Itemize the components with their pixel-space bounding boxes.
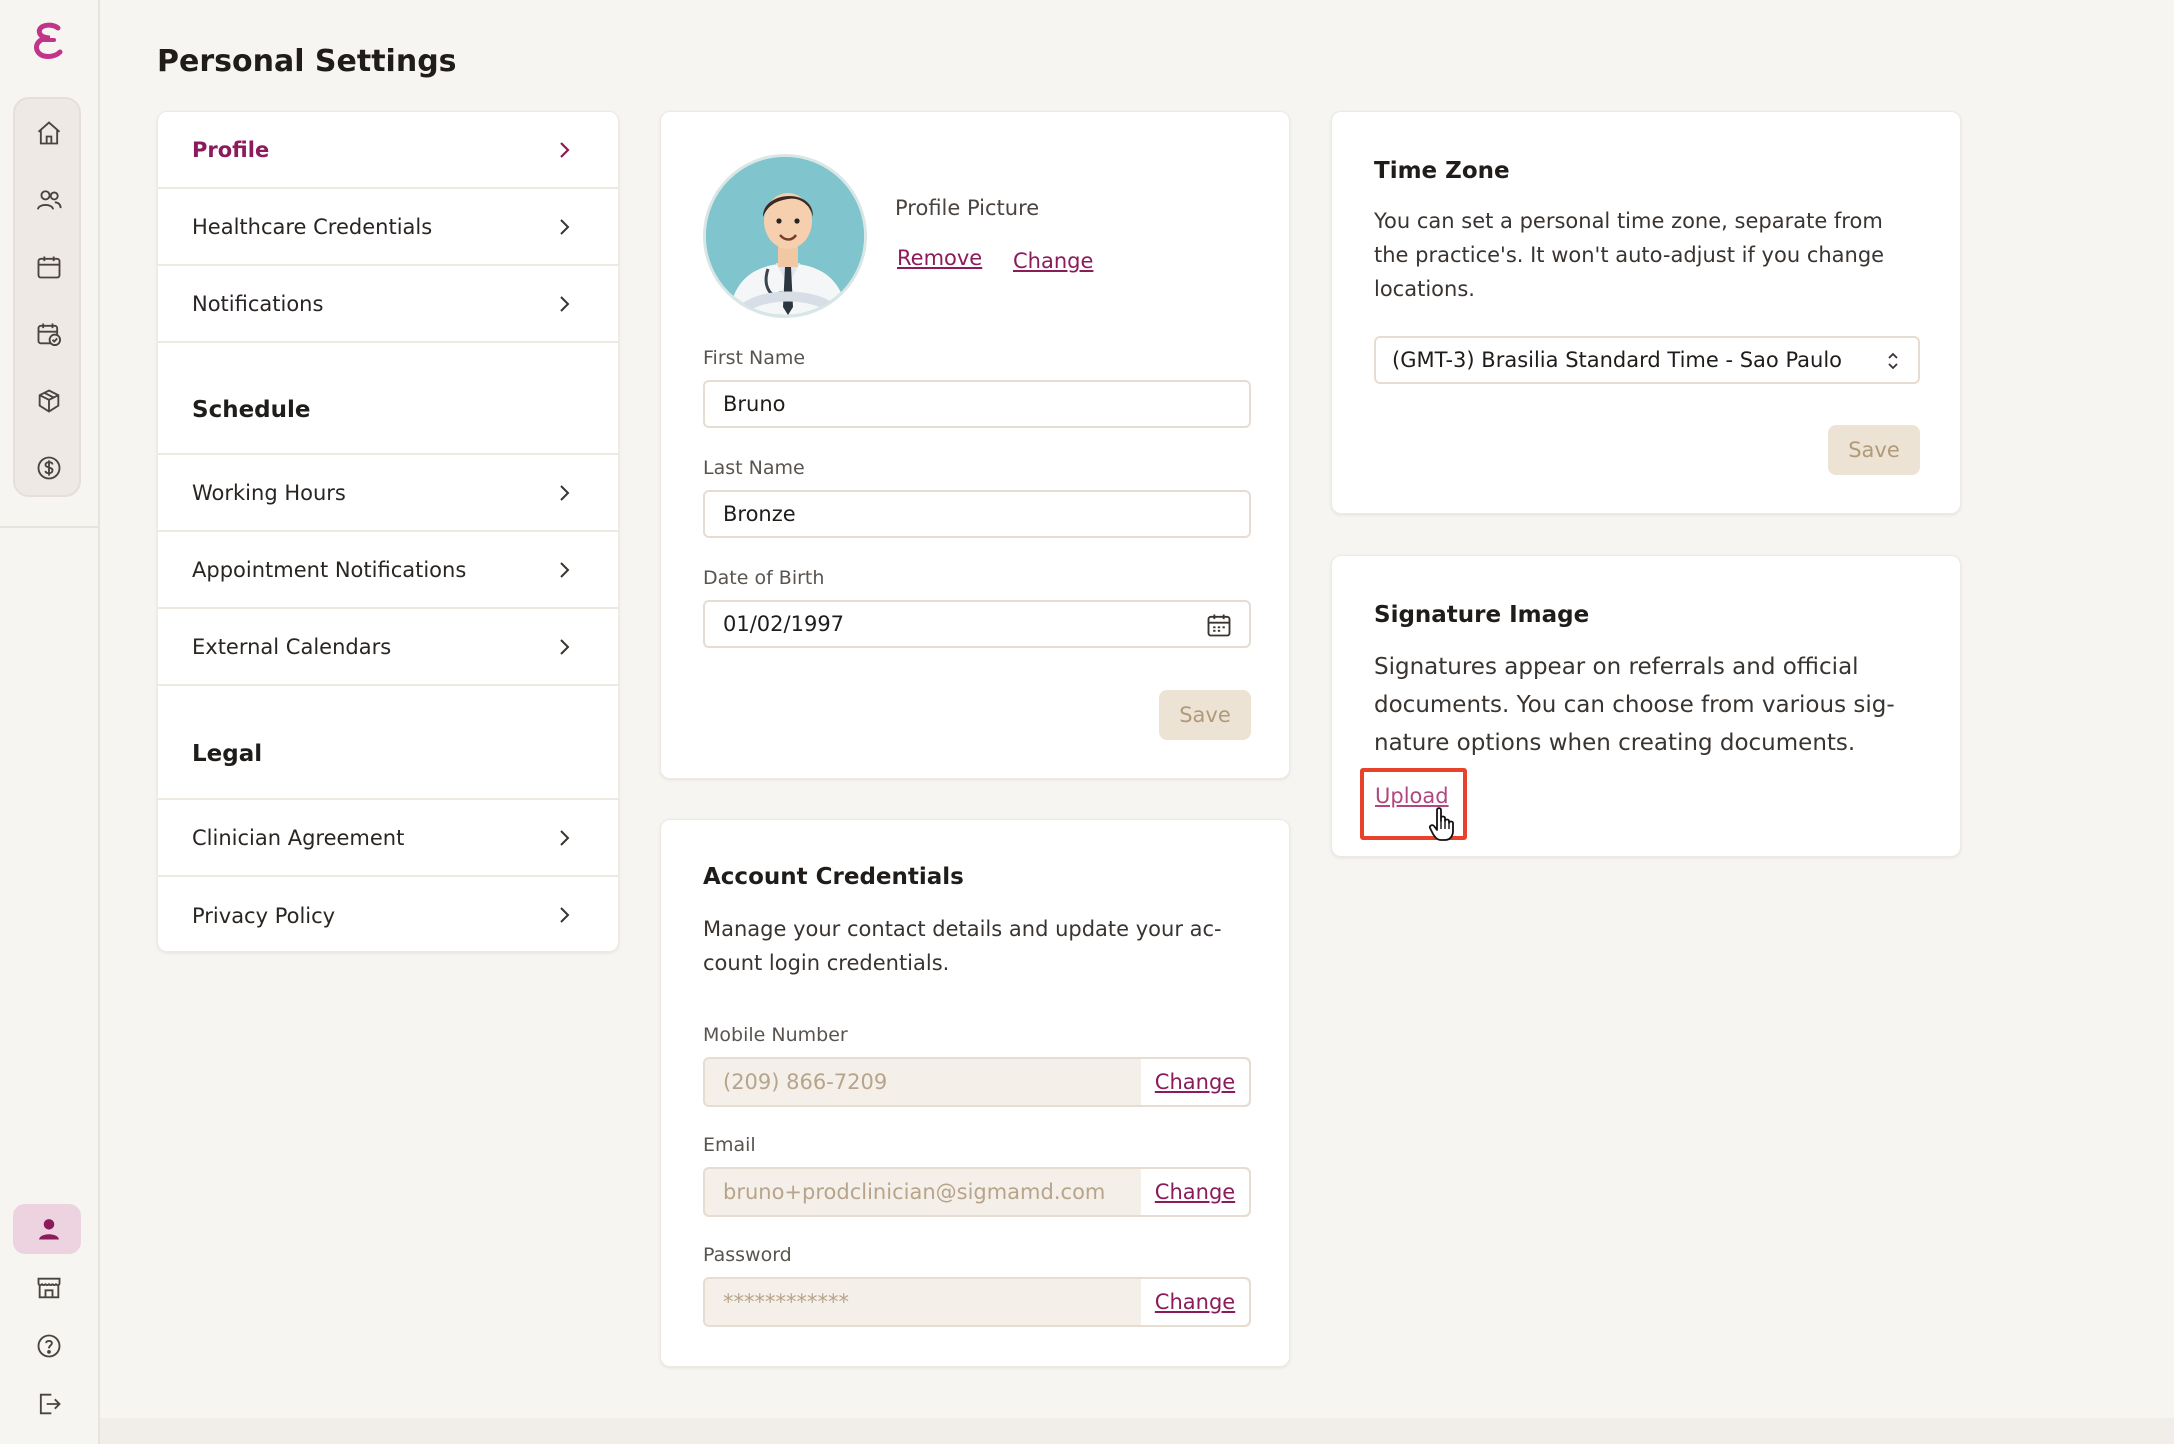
hand-cursor-icon [1428,807,1454,841]
email-label: Email [703,1134,756,1156]
account-credentials-card: Account Credentials Manage your contact … [660,819,1290,1367]
change-password-link[interactable]: Change [1141,1279,1249,1325]
calendar-check-icon[interactable] [33,318,65,350]
dob-input[interactable]: 01/02/1997 [703,600,1251,648]
first-name-value: Bruno [723,392,786,416]
desc-line: locations. [1374,277,1475,301]
nav-item-label: Profile [192,137,270,162]
timezone-desc: You can set a personal time zone, separa… [1374,204,1884,306]
bottom-strip [100,1418,2174,1444]
last-name-label: Last Name [703,457,805,479]
calendar-icon[interactable] [1205,611,1233,639]
app-logo-icon[interactable] [28,20,68,64]
timezone-selected-value: (GMT-3) Brasilia Standard Time - Sao Pau… [1392,348,1843,372]
signature-card: Signature Image Signatures appear on ref… [1331,555,1961,857]
nav-item-working-hours[interactable]: Working Hours [158,455,620,532]
password-field: ************ Change [703,1277,1251,1327]
mobile-value: (209) 866-7209 [723,1070,888,1094]
last-name-value: Bronze [723,502,796,526]
mobile-field: (209) 866-7209 Change [703,1057,1251,1107]
first-name-label: First Name [703,347,806,369]
desc-line: Signatures appear on referrals and offic… [1374,654,1859,680]
page-title: Personal Settings [157,44,457,79]
store-icon[interactable] [33,1272,65,1304]
chevron-right-icon [560,219,570,235]
chevron-right-icon [560,830,570,846]
nav-item-privacy-policy[interactable]: Privacy Policy [158,877,620,954]
nav-item-label: Privacy Policy [192,903,336,928]
last-name-input[interactable]: Bronze [703,490,1251,538]
nav-item-label: Notifications [192,291,324,316]
chevron-right-icon [560,296,570,312]
nav-section-divider [158,343,620,455]
chevron-right-icon [560,907,570,923]
nav-item-healthcare-credentials[interactable]: Healthcare Credentials [158,189,620,266]
calendar-icon[interactable] [33,251,65,283]
desc-line: You can set a personal time zone, separa… [1374,209,1883,233]
doctor-avatar-icon [706,157,864,315]
mobile-label: Mobile Number [703,1024,848,1046]
profile-picture-label: Profile Picture [895,196,1040,220]
timezone-save-button[interactable]: Save [1828,425,1920,475]
nav-item-clinician-agreement[interactable]: Clinician Agreement [158,800,620,877]
change-picture-link[interactable]: Change [1013,249,1093,273]
desc-line: Manage your contact details and update y… [703,917,1222,941]
chevron-right-icon [560,485,570,501]
dollar-icon[interactable] [33,452,65,484]
profile-icon[interactable] [33,1213,65,1245]
desc-line: count login credentials. [703,951,950,975]
nav-section-divider [158,686,620,800]
select-arrows-icon [1888,352,1898,370]
nav-item-external-calendars[interactable]: External Calendars [158,609,620,686]
nav-item-label: Working Hours [192,480,346,505]
box-icon[interactable] [33,385,65,417]
desc-line: documents. You can choose from various s… [1374,692,1895,718]
nav-item-appointment-notifications[interactable]: Appointment Notifications [158,532,620,609]
settings-nav: Profile Healthcare Credentials Notificat… [157,111,620,954]
chevron-right-icon [560,142,570,158]
chevron-right-icon [560,639,570,655]
desc-line: the practice's. It won't auto-adjust if … [1374,243,1885,267]
first-name-input[interactable]: Bruno [703,380,1251,428]
avatar [703,154,867,318]
nav-item-label: Clinician Agreement [192,825,405,850]
nav-item-profile[interactable]: Profile [158,112,620,189]
password-value: ************ [723,1290,849,1314]
signature-title: Signature Image [1374,602,1590,628]
remove-picture-link[interactable]: Remove [897,246,982,270]
profile-card: Profile Picture Remove Change First Name… [660,111,1290,779]
password-label: Password [703,1244,792,1266]
upload-signature-link[interactable]: Upload [1375,784,1449,808]
account-credentials-title: Account Credentials [703,864,964,890]
email-value: bruno+prodclinician@sigmamd.com [723,1180,1106,1204]
profile-save-button[interactable]: Save [1159,690,1251,740]
nav-item-label: External Calendars [192,634,392,659]
nav-item-label: Appointment Notifications [192,557,467,582]
account-credentials-desc: Manage your contact details and update y… [703,912,1222,980]
email-field: bruno+prodclinician@sigmamd.com Change [703,1167,1251,1217]
change-email-link[interactable]: Change [1141,1169,1249,1215]
timezone-title: Time Zone [1374,158,1510,184]
timezone-select[interactable]: (GMT-3) Brasilia Standard Time - Sao Pau… [1374,336,1920,384]
signature-desc: Signatures appear on referrals and offic… [1374,648,1895,762]
dob-value: 01/02/1997 [723,612,845,636]
nav-item-label: Healthcare Credentials [192,214,433,239]
change-mobile-link[interactable]: Change [1141,1059,1249,1105]
timezone-card: Time Zone You can set a personal time zo… [1331,111,1961,514]
rail-main-nav [13,97,81,497]
help-icon[interactable] [33,1330,65,1362]
logout-icon[interactable] [33,1388,65,1420]
side-rail [0,0,100,1444]
chevron-right-icon [560,562,570,578]
home-icon[interactable] [33,117,65,149]
users-icon[interactable] [33,184,65,216]
rail-divider [0,526,100,528]
dob-label: Date of Birth [703,567,825,589]
desc-line: nature options when creating documents. [1374,730,1856,756]
nav-item-notifications[interactable]: Notifications [158,266,620,343]
